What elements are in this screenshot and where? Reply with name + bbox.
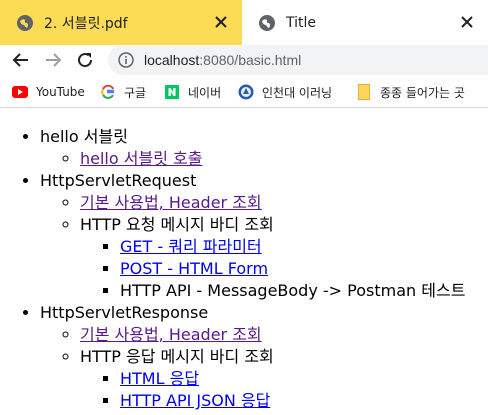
forward-button[interactable] bbox=[40, 47, 66, 73]
link-request-header[interactable]: 기본 사용법, Header 조회 bbox=[80, 193, 262, 212]
folder-icon bbox=[356, 84, 372, 100]
globe-icon bbox=[258, 14, 276, 32]
sub-sub-list: GET - 쿼리 파라미터 POST - HTML Form HTTP API … bbox=[80, 236, 488, 302]
link-hello-servlet[interactable]: hello 서블릿 호출 bbox=[80, 149, 202, 168]
main-list: hello 서블릿 hello 서블릿 호출 HttpServletReques… bbox=[0, 126, 488, 412]
bookmark-youtube[interactable]: YouTube bbox=[12, 83, 85, 101]
bookmark-google[interactable]: 구글 bbox=[100, 83, 146, 101]
list-item: HTTP API JSON 응답 bbox=[120, 390, 488, 412]
tab-title: Title bbox=[286, 14, 317, 31]
link-response-header[interactable]: 기본 사용법, Header 조회 bbox=[80, 325, 262, 344]
tab-title-page[interactable]: Title bbox=[242, 0, 488, 45]
url-text: localhost:8080/basic.html bbox=[144, 52, 301, 68]
address-bar[interactable]: localhost:8080/basic.html bbox=[108, 45, 488, 75]
tab-title: 2. 서블릿.pdf bbox=[44, 15, 128, 32]
back-arrow-icon bbox=[12, 53, 28, 67]
globe-icon bbox=[16, 14, 34, 32]
forward-arrow-icon bbox=[46, 53, 62, 67]
page-content: hello 서블릿 hello 서블릿 호출 HttpServletReques… bbox=[0, 108, 488, 415]
reload-icon bbox=[78, 53, 93, 68]
bookmark-label: YouTube bbox=[36, 85, 85, 99]
subsection-label: HTTP 응답 메시지 바디 조회 bbox=[80, 347, 274, 366]
sub-list: 기본 사용법, Header 조회 HTTP 응답 메시지 바디 조회 HTML… bbox=[40, 324, 488, 412]
list-item: HttpServletRequest 기본 사용법, Header 조회 HTT… bbox=[40, 170, 488, 302]
section-label: HttpServletResponse bbox=[40, 303, 209, 322]
section-label: HttpServletRequest bbox=[40, 171, 197, 190]
list-item: 기본 사용법, Header 조회 bbox=[80, 324, 488, 346]
bookmark-label: 네이버 bbox=[188, 85, 222, 100]
list-item: HTTP 응답 메시지 바디 조회 HTML 응답 HTTP API JSON … bbox=[80, 346, 488, 412]
sub-list: 기본 사용법, Header 조회 HTTP 요청 메시지 바디 조회 GET … bbox=[40, 192, 488, 302]
list-item: hello 서블릿 hello 서블릿 호출 bbox=[40, 126, 488, 170]
close-icon[interactable] bbox=[212, 13, 230, 31]
close-icon[interactable] bbox=[458, 13, 476, 31]
google-icon bbox=[100, 84, 116, 100]
section-label: hello 서블릿 bbox=[40, 127, 128, 146]
list-item: POST - HTML Form bbox=[120, 258, 488, 280]
bookmark-label: 구글 bbox=[124, 85, 147, 100]
list-item: GET - 쿼리 파라미터 bbox=[120, 236, 488, 258]
bookmark-folder-frequent[interactable]: 종종 들어가는 곳 bbox=[356, 83, 465, 101]
tab-pdf[interactable]: 2. 서블릿.pdf bbox=[0, 0, 242, 45]
list-item: HttpServletResponse 기본 사용법, Header 조회 HT… bbox=[40, 302, 488, 412]
reload-button[interactable] bbox=[72, 47, 98, 73]
list-item: hello 서블릿 호출 bbox=[80, 148, 488, 170]
bookmark-label: 종종 들어가는 곳 bbox=[380, 85, 465, 100]
link-html-response[interactable]: HTML 응답 bbox=[120, 369, 199, 388]
bookmark-label: 인천대 이러닝 bbox=[262, 85, 333, 100]
subsection-label: HTTP 요청 메시지 바디 조회 bbox=[80, 215, 274, 234]
link-get-query-param[interactable]: GET - 쿼리 파라미터 bbox=[120, 237, 262, 256]
list-item: HTTP 요청 메시지 바디 조회 GET - 쿼리 파라미터 POST - H… bbox=[80, 214, 488, 302]
naver-icon bbox=[164, 84, 180, 100]
info-icon[interactable] bbox=[118, 52, 134, 68]
url-path: :8080/basic.html bbox=[199, 52, 302, 68]
link-http-api-json-response[interactable]: HTTP API JSON 응답 bbox=[120, 391, 270, 410]
tab-strip: 2. 서블릿.pdf Title bbox=[0, 0, 488, 45]
bookmark-inu-elearning[interactable]: 인천대 이러닝 bbox=[238, 83, 332, 101]
university-seal-icon bbox=[238, 84, 254, 100]
list-item: 기본 사용법, Header 조회 bbox=[80, 192, 488, 214]
back-button[interactable] bbox=[8, 47, 34, 73]
bookmarks-bar: YouTube 구글 네이버 인천대 이러닝 종종 들어가는 곳 bbox=[0, 76, 488, 108]
sub-sub-list: HTML 응답 HTTP API JSON 응답 bbox=[80, 368, 488, 412]
youtube-icon bbox=[12, 84, 28, 100]
toolbar: localhost:8080/basic.html bbox=[0, 45, 488, 75]
sub-list: hello 서블릿 호출 bbox=[40, 148, 488, 170]
link-post-html-form[interactable]: POST - HTML Form bbox=[120, 259, 268, 278]
item-label: HTTP API - MessageBody -> Postman 테스트 bbox=[120, 281, 466, 300]
list-item: HTML 응답 bbox=[120, 368, 488, 390]
bookmark-naver[interactable]: 네이버 bbox=[164, 83, 221, 101]
url-host: localhost bbox=[144, 52, 200, 68]
list-item: HTTP API - MessageBody -> Postman 테스트 bbox=[120, 280, 488, 302]
